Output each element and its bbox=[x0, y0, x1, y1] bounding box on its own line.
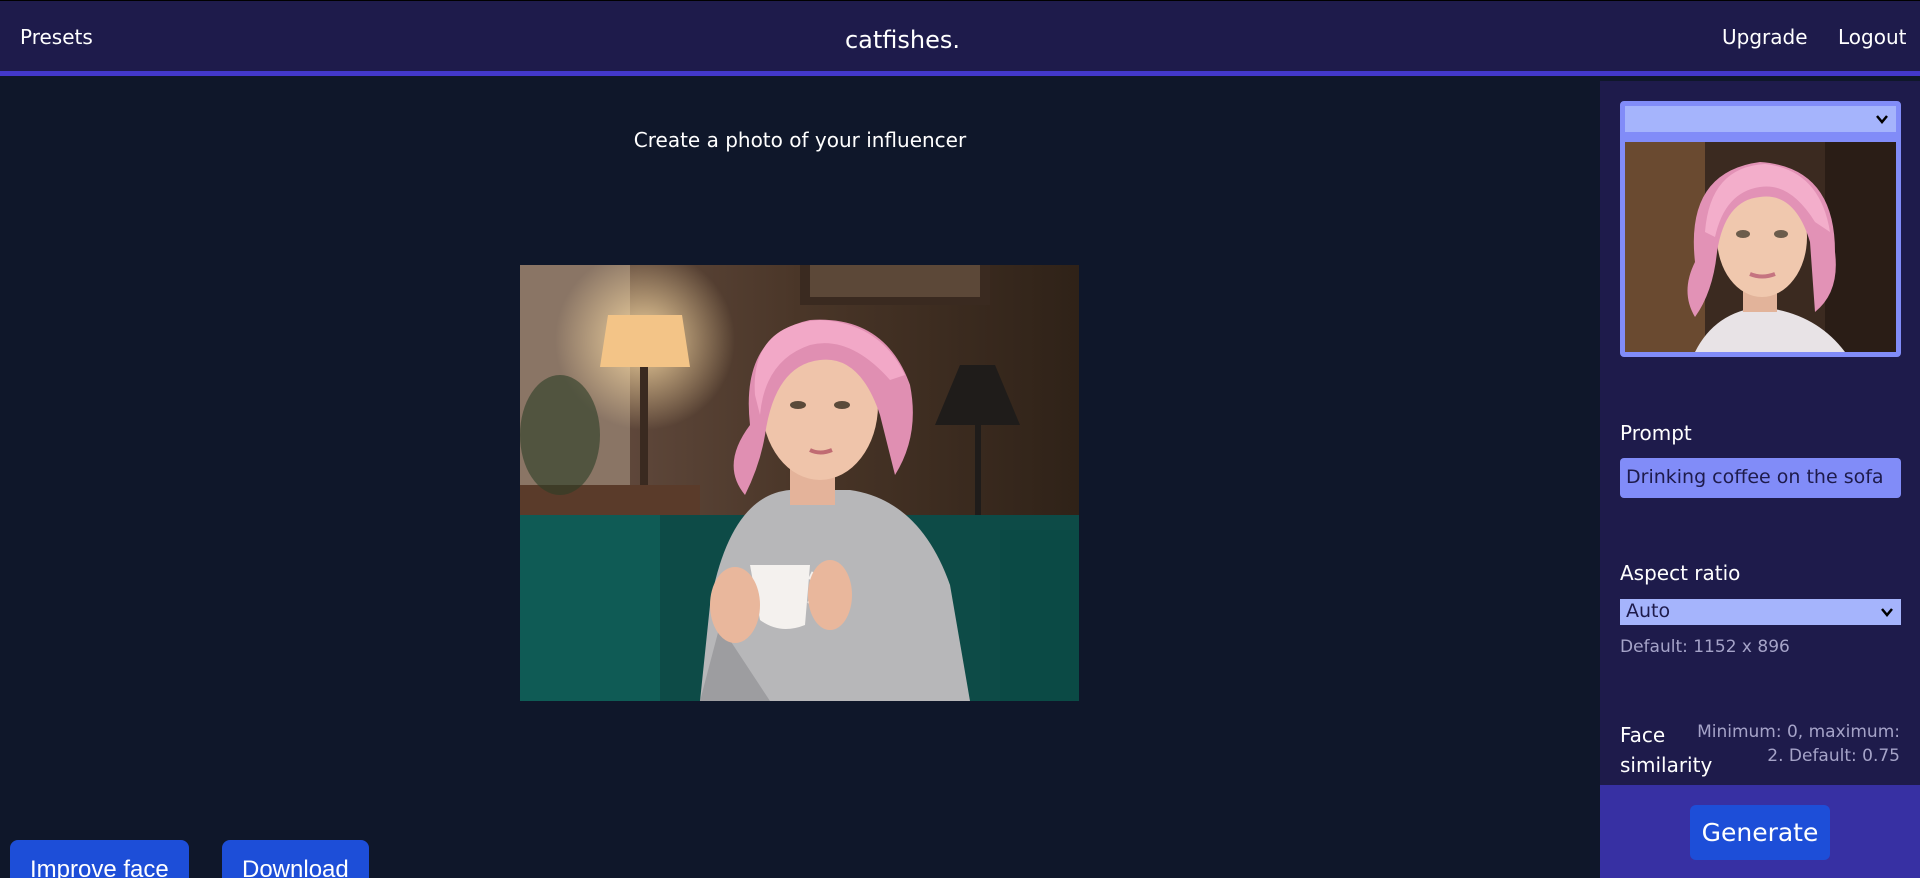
prompt-input[interactable]: Drinking coffee on the sofa bbox=[1620, 458, 1901, 498]
settings-sidebar: Prompt Drinking coffee on the sofa Aspec… bbox=[1600, 81, 1920, 878]
improve-face-button[interactable]: Improve face bbox=[10, 840, 189, 878]
generate-footer: Generate bbox=[1600, 785, 1920, 878]
logout-link[interactable]: Logout bbox=[1838, 25, 1906, 49]
aspect-ratio-select[interactable]: Auto bbox=[1620, 599, 1901, 625]
face-similarity-hint-line2: 2. Default: 0.75 bbox=[1767, 746, 1900, 766]
brand-logo: catfishes. bbox=[844, 26, 961, 54]
prompt-label: Prompt bbox=[1620, 421, 1692, 445]
chevron-down-icon bbox=[1876, 115, 1888, 124]
preset-thumbnail bbox=[1625, 142, 1896, 352]
generated-photo bbox=[520, 265, 1079, 701]
face-similarity-label-line2: similarity bbox=[1620, 753, 1713, 777]
download-button[interactable]: Download bbox=[222, 840, 369, 878]
aspect-ratio-hint: Default: 1152 x 896 bbox=[1620, 637, 1790, 657]
generate-button[interactable]: Generate bbox=[1690, 805, 1830, 860]
page-title: Create a photo of your influencer bbox=[633, 128, 967, 152]
preset-picker bbox=[1620, 101, 1901, 357]
face-similarity-hint-line1: Minimum: 0, maximum: bbox=[1697, 722, 1900, 742]
top-nav: Presets catfishes. Upgrade Logout bbox=[0, 0, 1920, 76]
upgrade-link[interactable]: Upgrade bbox=[1722, 25, 1808, 49]
face-similarity-label-line1: Face bbox=[1620, 723, 1666, 747]
chevron-down-icon bbox=[1881, 608, 1893, 617]
preset-select[interactable] bbox=[1625, 106, 1896, 132]
aspect-ratio-value: Auto bbox=[1626, 600, 1671, 622]
aspect-ratio-label: Aspect ratio bbox=[1620, 561, 1741, 585]
